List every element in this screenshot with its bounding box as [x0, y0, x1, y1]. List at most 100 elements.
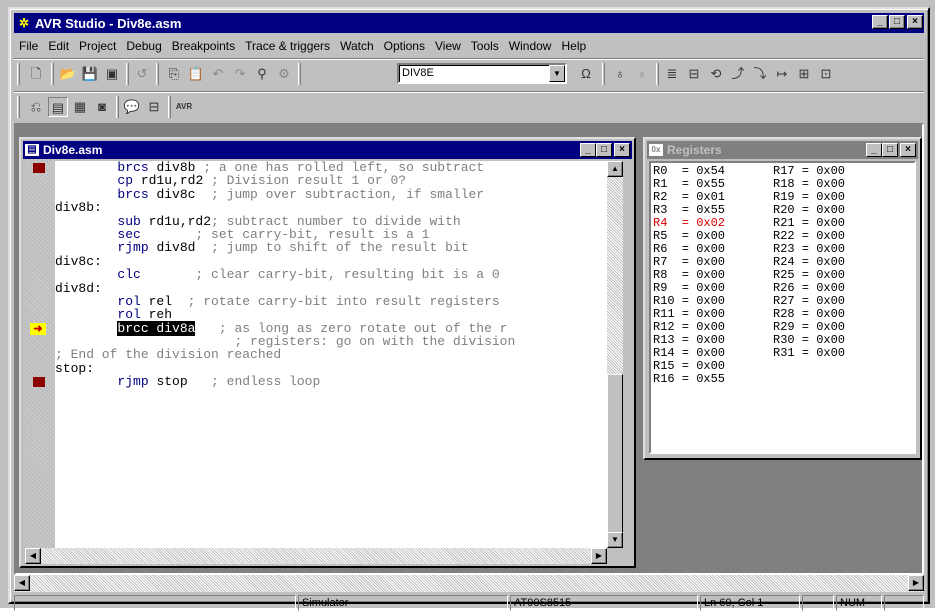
new-file-icon[interactable]: 🗋	[26, 64, 46, 84]
code-line[interactable]: brcs div8b ; a one has rolled left, so s…	[55, 161, 607, 174]
reg-minimize-button[interactable]: _	[866, 143, 882, 157]
find-next-icon[interactable]: ⚙	[274, 64, 294, 84]
open-folder-icon[interactable]: 📂	[58, 64, 78, 84]
main-toolbar: 🗋 📂 💾 ▣ ↺ ⎘ 📋 ↶ ↷ ⚲ ⚙ DIV8E ▼ Ω ♁ ♁ ≣ ⊟ …	[14, 58, 924, 88]
status-num-lock: NUM	[836, 595, 882, 611]
menu-options[interactable]: Options	[379, 39, 430, 53]
registers-list: R0 = 0x54 R1 = 0x55 R2 = 0x01 R3 = 0x55 R4 =…	[649, 161, 916, 454]
paste-icon[interactable]: 📋	[186, 64, 206, 84]
scroll-right-arrow-icon[interactable]: ▶	[908, 575, 924, 591]
title-bar[interactable]: ✲ AVR Studio - Div8e.asm _ □ ×	[14, 13, 924, 33]
menu-breakpoints[interactable]: Breakpoints	[167, 39, 240, 53]
menu-edit[interactable]: Edit	[43, 39, 74, 53]
code-comment: ; jump to shift of the result bit	[195, 240, 469, 256]
code-line[interactable]: rol rel ; rotate carry-bit into result r…	[55, 295, 607, 308]
registers-column-2: R17 = 0x00 R18 = 0x00 R19 = 0x00 R20 = 0x00…	[773, 165, 845, 360]
workspace-horizontal-scrollbar[interactable]: ◀ ▶	[14, 575, 924, 592]
toolbar-separator	[168, 96, 171, 118]
menu-file[interactable]: File	[14, 39, 43, 53]
go-icon[interactable]: ≣	[662, 64, 682, 84]
code-horizontal-scrollbar[interactable]: ◀ ▶	[25, 548, 607, 564]
code-line[interactable]: ; End of the division reached	[55, 348, 607, 361]
message-window-icon[interactable]: 💬	[122, 97, 142, 117]
code-line[interactable]: brcc div8a ; as long as zero rotate out …	[55, 320, 607, 336]
redo-icon[interactable]: ↷	[230, 64, 250, 84]
memory-window-icon[interactable]: ▦	[70, 97, 90, 117]
scroll-left-arrow-icon[interactable]: ◀	[25, 548, 41, 564]
code-line[interactable]: rjmp stop ; endless loop	[55, 375, 607, 388]
code-line[interactable]: div8d:	[55, 281, 607, 295]
breakpoint-marker-icon[interactable]	[33, 377, 45, 388]
registers-window-titlebar[interactable]: 0x Registers _ □ ×	[647, 141, 918, 159]
code-close-button[interactable]: ×	[614, 143, 630, 157]
code-line[interactable]: stop:	[55, 362, 607, 375]
assemble-icon[interactable]: Ω	[576, 64, 596, 84]
menu-help[interactable]: Help	[556, 39, 591, 53]
code-line[interactable]: ; registers: go on with the division	[55, 335, 607, 348]
code-line[interactable]: brcs div8c ; jump over subtraction, if s…	[55, 188, 607, 201]
reload-icon[interactable]: ↺	[132, 64, 152, 84]
code-line[interactable]: clc ; clear carry-bit, resulting bit is …	[55, 268, 607, 281]
code-vertical-scrollbar[interactable]: ▲ ▼	[607, 161, 623, 548]
code-window-titlebar[interactable]: ▤ Div8e.asm _ □ ×	[23, 141, 632, 159]
menu-watch[interactable]: Watch	[335, 39, 379, 53]
toolbar-grip[interactable]	[17, 63, 20, 85]
reg-close-button[interactable]: ×	[900, 143, 916, 157]
code-line[interactable]: rjmp div8d ; jump to shift of the result…	[55, 241, 607, 254]
scroll-left-arrow-icon[interactable]: ◀	[14, 575, 30, 591]
run-to-cursor-icon[interactable]: ↦	[772, 64, 792, 84]
minimize-button[interactable]: _	[872, 15, 888, 29]
menu-trace-triggers[interactable]: Trace & triggers	[240, 39, 335, 53]
menu-view[interactable]: View	[430, 39, 466, 53]
code-line[interactable]: div8b:	[55, 201, 607, 214]
breakpoint-gutter[interactable]: ➜	[25, 161, 55, 548]
scroll-up-arrow-icon[interactable]: ▲	[607, 161, 623, 177]
status-blank	[802, 595, 834, 611]
scroll-down-arrow-icon[interactable]: ▼	[607, 532, 623, 548]
find-binoculars-icon[interactable]: ⚲	[252, 64, 272, 84]
code-text: div8c	[148, 186, 196, 202]
code-line[interactable]: sec ; set carry-bit, result is a 1	[55, 228, 607, 241]
save-all-icon[interactable]: ▣	[102, 64, 122, 84]
registers-window-icon[interactable]: ▤	[48, 97, 68, 117]
scroll-thumb[interactable]	[607, 374, 623, 534]
step-over-icon[interactable]: ⤴	[728, 64, 748, 84]
scroll-right-arrow-icon[interactable]: ▶	[591, 548, 607, 564]
trace-icon[interactable]: ⊡	[816, 64, 836, 84]
menu-debug[interactable]: Debug	[121, 39, 166, 53]
status-bar: Simulator AT90S8515 Ln 60, Col 1 NUM	[14, 594, 924, 612]
code-line[interactable]: rol reh	[55, 308, 607, 321]
code-line[interactable]: div8c:	[55, 255, 607, 268]
reg-maximize-button[interactable]: □	[882, 143, 898, 157]
processor-window-icon[interactable]: ⊟	[144, 97, 164, 117]
maximize-button[interactable]: □	[889, 15, 905, 29]
code-editor[interactable]: brcs div8b ; a one has rolled left, so s…	[55, 161, 607, 548]
chevron-down-icon[interactable]: ▼	[549, 65, 565, 82]
break-icon[interactable]: ⊟	[684, 64, 704, 84]
menu-project[interactable]: Project	[74, 39, 121, 53]
toolbar-separator	[602, 63, 605, 85]
code-comment: ; endless loop	[187, 374, 321, 390]
toggle-breakpoint-icon[interactable]: ♁	[610, 64, 630, 84]
close-button[interactable]: ×	[907, 15, 923, 29]
menu-window[interactable]: Window	[504, 39, 557, 53]
watch-window-icon[interactable]: ⎌	[26, 97, 46, 117]
undo-icon[interactable]: ↶	[208, 64, 228, 84]
step-into-icon[interactable]: ⟲	[706, 64, 726, 84]
avr-chip-icon[interactable]: AVR	[174, 97, 194, 117]
copy-icon[interactable]: ⎘	[164, 64, 184, 84]
target-combo[interactable]: DIV8E ▼	[397, 63, 567, 84]
save-icon[interactable]: 💾	[80, 64, 100, 84]
breakpoint-marker-icon[interactable]	[33, 163, 45, 173]
code-line[interactable]: cp rd1u,rd2 ; Division result 1 or 0?	[55, 174, 607, 187]
code-maximize-button[interactable]: □	[596, 143, 612, 157]
menu-tools[interactable]: Tools	[466, 39, 504, 53]
step-out-icon[interactable]: ⤵	[750, 64, 770, 84]
code-minimize-button[interactable]: _	[580, 143, 596, 157]
window-title: AVR Studio - Div8e.asm	[35, 15, 182, 31]
code-line[interactable]: sub rd1u,rd2; subtract number to divide …	[55, 214, 607, 228]
io-window-icon[interactable]: ◙	[92, 97, 112, 117]
toolbar-grip[interactable]	[17, 96, 20, 118]
reset-icon[interactable]: ⊞	[794, 64, 814, 84]
clear-breakpoints-icon[interactable]: ♁	[632, 64, 652, 84]
